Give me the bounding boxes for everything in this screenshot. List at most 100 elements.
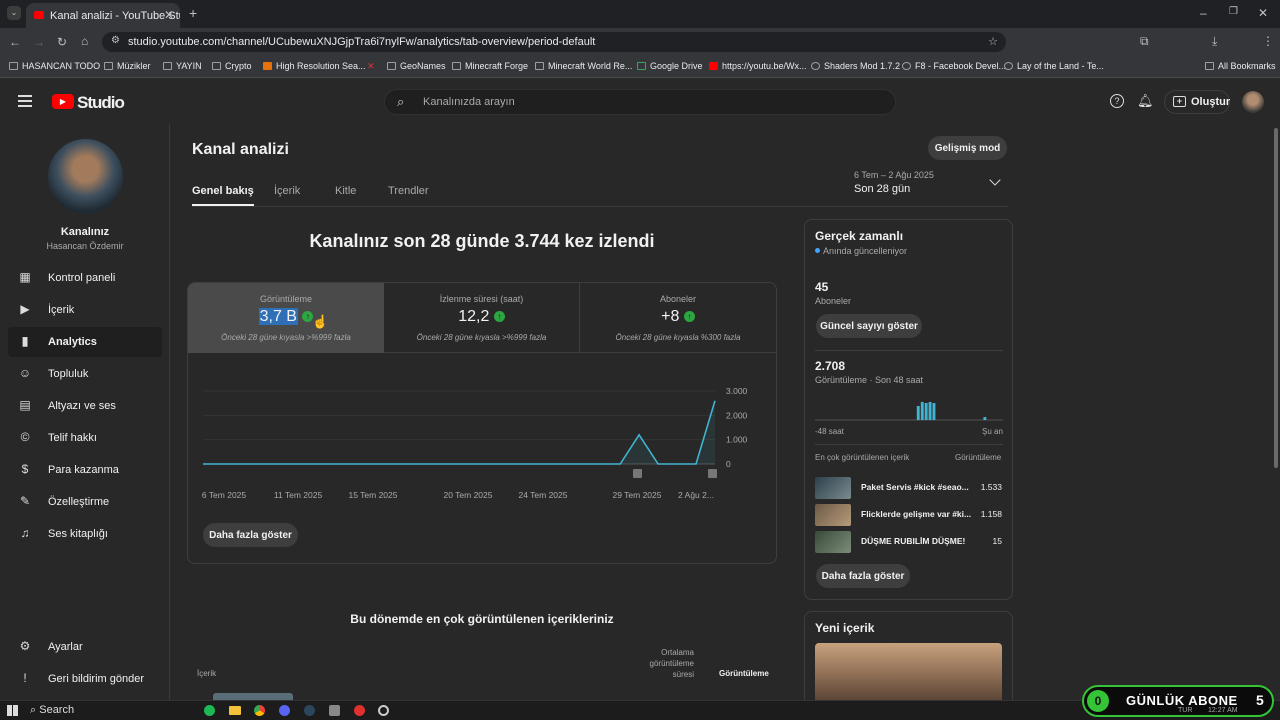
bookmark-item[interactable]: Müzikler bbox=[104, 61, 151, 71]
file-explorer-icon[interactable] bbox=[229, 706, 241, 715]
browser-tab[interactable]: Kanal analizi - YouTube Studio ✕ bbox=[26, 3, 180, 28]
minimize-icon[interactable]: – bbox=[1200, 6, 1207, 20]
tab-search-icon[interactable]: ⌄ bbox=[7, 6, 21, 20]
trend-up-icon: ↑ bbox=[683, 311, 695, 322]
tab-audience[interactable]: Kitle bbox=[335, 185, 356, 197]
obs-icon[interactable] bbox=[378, 705, 389, 716]
menu-dots-icon[interactable]: ⋮ bbox=[1262, 34, 1274, 48]
help-icon[interactable]: ? bbox=[1110, 94, 1124, 108]
views-line-chart: 3.000 2.000 1.000 0 6 Tem 2025 11 Tem 2025 15 … bbox=[202, 386, 748, 500]
bookmark-item[interactable]: Minecraft World Re... bbox=[535, 61, 632, 71]
app-icon[interactable] bbox=[329, 705, 340, 716]
bookmark-item[interactable]: Shaders Mod 1.7.2 bbox=[811, 61, 900, 71]
steam-icon[interactable] bbox=[304, 705, 315, 716]
extensions-icon[interactable]: ⧉ bbox=[1140, 34, 1149, 49]
bookmark-item[interactable]: Lay of the Land - Te... bbox=[1004, 61, 1104, 71]
forward-icon[interactable]: → bbox=[33, 35, 45, 49]
close-tab-icon[interactable]: ✕ bbox=[164, 8, 174, 22]
bookmark-item[interactable]: Google Drive bbox=[637, 61, 703, 71]
y-tick-label: 0 bbox=[726, 459, 731, 469]
realtime-list-item[interactable]: DÜŞME RUBILİM DÜŞME! 15 bbox=[815, 530, 1003, 554]
bookmark-item[interactable]: YAYIN bbox=[163, 61, 202, 71]
channel-search-input[interactable]: ⌕ Kanalınızda arayın bbox=[384, 89, 896, 115]
sidebar-item-community[interactable]: ☺ Topluluk bbox=[8, 359, 162, 389]
col-header-content: İçerik bbox=[197, 669, 217, 678]
realtime-more-button[interactable]: Daha fazla göster bbox=[816, 564, 910, 588]
sidebar-item-content[interactable]: ▶ İçerik bbox=[8, 295, 162, 325]
create-button[interactable]: + Oluştur bbox=[1164, 90, 1230, 114]
taskbar-search[interactable]: ⌕ Search bbox=[30, 704, 74, 717]
back-icon[interactable]: ← bbox=[9, 35, 21, 49]
close-window-icon[interactable]: ✕ bbox=[1258, 6, 1268, 20]
daily-subscriber-widget: 0 GÜNLÜK ABONE 5 TUR 12:27 AM bbox=[1082, 685, 1274, 717]
maximize-icon[interactable]: ❐ bbox=[1229, 6, 1238, 17]
discord-icon[interactable] bbox=[279, 705, 290, 716]
realtime-views-label: Görüntüleme · Son 48 saat bbox=[815, 375, 924, 385]
metric-tab-subscribers[interactable]: Aboneler +8 ↑ Önceki 28 güne kıyasla %30… bbox=[580, 283, 776, 353]
col-header-avg-duration: Ortalama görüntüleme süresi bbox=[649, 648, 694, 679]
reload-icon[interactable]: ↻ bbox=[57, 35, 67, 49]
advanced-mode-button[interactable]: Gelişmiş mod bbox=[928, 136, 1007, 160]
url-text: studio.youtube.com/channel/UCubewuXNJGjp… bbox=[128, 36, 596, 48]
bookmark-item[interactable]: Crypto bbox=[212, 61, 252, 71]
bookmark-star-icon[interactable]: ☆ bbox=[988, 35, 998, 48]
channel-avatar[interactable] bbox=[48, 139, 123, 214]
customization-icon: ✎ bbox=[19, 494, 31, 508]
sidebar-item-subtitles[interactable]: ▤ Altyazı ve ses bbox=[8, 391, 162, 421]
spotify-icon[interactable] bbox=[204, 705, 215, 716]
realtime-bar bbox=[924, 403, 928, 420]
channel-name: Kanalınız bbox=[60, 226, 110, 238]
sidebar-item-dashboard[interactable]: ▦ Kontrol paneli bbox=[8, 263, 162, 293]
address-bar[interactable]: ⚙ studio.youtube.com/channel/UCubewuXNJG… bbox=[102, 32, 1006, 52]
main-scrollbar[interactable] bbox=[1274, 128, 1278, 468]
bookmark-item[interactable]: F8 - Facebook Devel... bbox=[902, 61, 1006, 71]
bookmark-item[interactable]: Minecraft Forge bbox=[452, 61, 528, 71]
realtime-list-item[interactable]: Flicklerde gelişme var #ki... 1.158 bbox=[815, 503, 1003, 527]
video-thumbnail bbox=[815, 477, 851, 499]
tab-title: Kanal analizi - YouTube Studio bbox=[50, 10, 180, 22]
sidebar-item-settings[interactable]: ⚙ Ayarlar bbox=[8, 632, 162, 662]
metric-tab-views[interactable]: Görüntüleme 3,7 B ↑ Önceki 28 güne kıyas… bbox=[188, 283, 384, 353]
bookmark-item[interactable]: HASANCAN TODO bbox=[9, 61, 100, 71]
sidebar-item-customization[interactable]: ✎ Özelleştirme bbox=[8, 487, 162, 517]
show-current-count-button[interactable]: Güncel sayıyı göster bbox=[816, 314, 922, 338]
record-icon[interactable] bbox=[354, 705, 365, 716]
realtime-list-item[interactable]: Paket Servis #kick #seao... 1.533 bbox=[815, 476, 1003, 500]
account-avatar[interactable] bbox=[1242, 91, 1264, 113]
all-bookmarks[interactable]: All Bookmarks bbox=[1205, 61, 1276, 71]
realtime-bar bbox=[920, 402, 924, 420]
tab-trends[interactable]: Trendler bbox=[388, 185, 429, 197]
site-info-icon[interactable]: ⚙ bbox=[111, 35, 120, 46]
tab-overview[interactable]: Genel bakış bbox=[192, 185, 254, 206]
browser-tab-bar: ⌄ Kanal analizi - YouTube Studio ✕ + – ❐… bbox=[0, 0, 1280, 28]
sidebar-item-feedback[interactable]: ! Geri bildirim gönder bbox=[8, 664, 162, 694]
subtitles-icon: ▤ bbox=[19, 398, 31, 412]
realtime-bar-chart bbox=[815, 402, 1003, 421]
bookmark-item[interactable]: https://youtu.be/Wx... bbox=[709, 61, 807, 71]
metric-tab-watch-time[interactable]: İzlenme süresi (saat) 12,2 ↑ Önceki 28 g… bbox=[384, 283, 580, 353]
notifications-icon[interactable]: 🔔︎ bbox=[1137, 93, 1154, 109]
bookmark-item[interactable]: ✕ bbox=[367, 61, 375, 72]
chrome-icon[interactable] bbox=[254, 705, 265, 716]
sidebar-item-monetization[interactable]: $ Para kazanma bbox=[8, 455, 162, 485]
col-header-views[interactable]: Görüntüleme bbox=[719, 669, 769, 678]
realtime-subs-label: Aboneler bbox=[815, 296, 852, 306]
sidebar-item-audio-library[interactable]: ♫ Ses kitaplığı bbox=[8, 519, 162, 549]
bookmark-item[interactable]: GeoNames bbox=[387, 61, 446, 71]
tab-content[interactable]: İçerik bbox=[274, 185, 300, 197]
more-button[interactable]: Daha fazla göster bbox=[203, 523, 298, 547]
windows-start-icon[interactable] bbox=[7, 705, 18, 716]
x-tick-label: 29 Tem 2025 bbox=[613, 490, 662, 500]
taskbar-lang: TUR bbox=[1178, 707, 1193, 714]
search-icon: ⌕ bbox=[30, 704, 37, 716]
bookmark-item[interactable]: High Resolution Sea... bbox=[263, 61, 366, 71]
top-content-views-header: Görüntüleme bbox=[955, 453, 1002, 462]
home-icon[interactable]: ⌂ bbox=[81, 34, 88, 48]
hamburger-menu-icon[interactable] bbox=[18, 95, 32, 107]
sidebar-item-copyright[interactable]: © Telif hakkı bbox=[8, 423, 162, 453]
new-content-thumbnail[interactable] bbox=[815, 643, 1002, 700]
new-tab-icon[interactable]: + bbox=[189, 5, 197, 21]
download-icon[interactable]: ⤓ bbox=[1212, 34, 1217, 49]
date-range-picker[interactable]: 6 Tem – 2 Ağu 2025 Son 28 gün bbox=[854, 170, 1006, 200]
sidebar-item-analytics[interactable]: ▮ Analytics bbox=[8, 327, 162, 357]
